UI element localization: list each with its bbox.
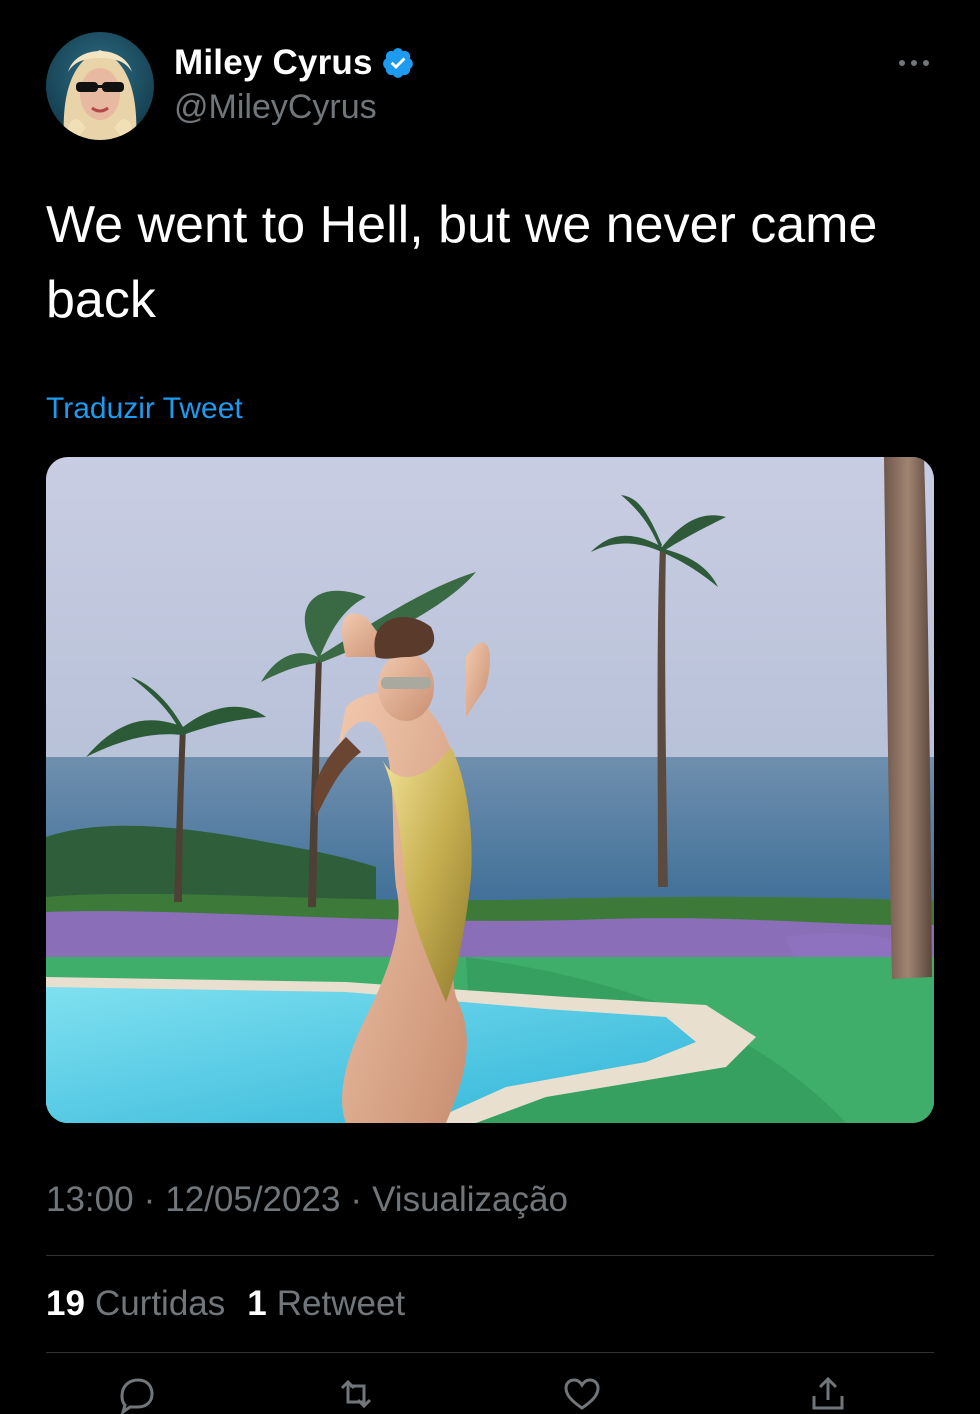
- author-handle[interactable]: @MileyCyrus: [174, 88, 377, 127]
- more-options-icon[interactable]: [892, 50, 936, 76]
- retweet-icon[interactable]: [334, 1374, 378, 1414]
- meta-separator: ·: [143, 1180, 156, 1219]
- tweet-stats: 19 Curtidas 1 Retweet: [46, 1284, 405, 1324]
- verified-badge-icon: [382, 48, 413, 78]
- meta-separator: ·: [350, 1180, 363, 1219]
- tweet-time: 13:00: [46, 1180, 134, 1219]
- like-icon[interactable]: [560, 1374, 604, 1414]
- tweet-media[interactable]: [46, 457, 934, 1123]
- likes-count: 19: [46, 1284, 85, 1323]
- views-link[interactable]: Visualização: [372, 1180, 568, 1219]
- retweets-label: Retweet: [276, 1284, 406, 1323]
- author-name-row[interactable]: Miley Cyrus: [174, 42, 415, 84]
- avatar[interactable]: [46, 32, 154, 140]
- divider: [46, 1352, 934, 1353]
- retweets-stat[interactable]: 1 Retweet: [247, 1284, 405, 1324]
- likes-stat[interactable]: 19 Curtidas: [46, 1284, 225, 1324]
- share-icon[interactable]: [806, 1374, 850, 1414]
- reply-icon[interactable]: [114, 1374, 158, 1414]
- tweet-meta: 13:00 · 12/05/2023 · Visualização: [46, 1180, 568, 1220]
- tweet-photo: [46, 457, 934, 1123]
- translate-tweet-link[interactable]: Traduzir Tweet: [46, 392, 243, 426]
- retweets-count: 1: [247, 1284, 267, 1323]
- divider: [46, 1255, 934, 1256]
- author-name: Miley Cyrus: [174, 43, 373, 82]
- likes-label: Curtidas: [94, 1284, 226, 1323]
- tweet-text: We went to Hell, but we never came back: [46, 196, 878, 329]
- avatar-photo: [46, 32, 154, 140]
- tweet-date: 12/05/2023: [165, 1180, 341, 1219]
- tweet-action-bar: [46, 1374, 934, 1414]
